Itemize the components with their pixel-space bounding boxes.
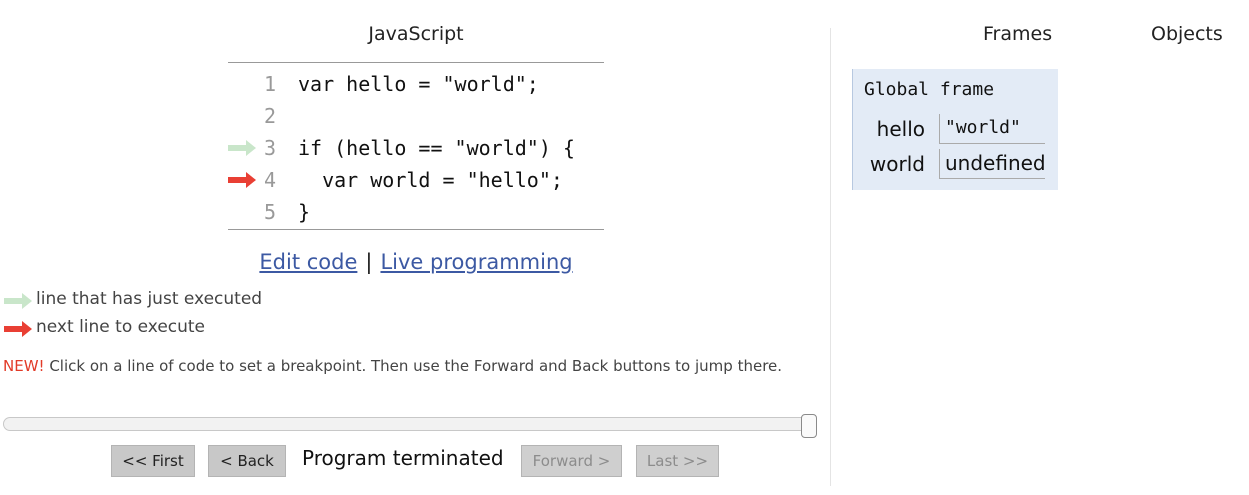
code-text: } bbox=[298, 200, 311, 224]
code-line-4[interactable]: 4 var world = "hello"; bbox=[228, 164, 604, 196]
forward-button[interactable]: Forward > bbox=[521, 445, 622, 477]
frames-header: Frames bbox=[983, 23, 1053, 45]
variable-value: undefined bbox=[939, 149, 1046, 179]
just-executed-arrow-icon bbox=[228, 140, 256, 156]
line-number: 1 bbox=[263, 72, 276, 96]
language-title: JavaScript bbox=[368, 23, 464, 45]
new-label: NEW! bbox=[3, 357, 45, 375]
back-button[interactable]: < Back bbox=[208, 445, 286, 477]
breakpoint-notice: NEW! Click on a line of code to set a br… bbox=[3, 357, 783, 376]
notice-text: Click on a line of code to set a breakpo… bbox=[44, 357, 783, 375]
execution-slider[interactable] bbox=[3, 417, 815, 431]
code-line-2[interactable]: 2 bbox=[228, 100, 604, 132]
panel-divider bbox=[830, 28, 831, 486]
code-line-5[interactable]: 5 } bbox=[228, 196, 604, 228]
just-executed-arrow-icon bbox=[4, 293, 32, 309]
global-frame: Global frame hello "world" world undefin… bbox=[852, 69, 1058, 190]
frame-title: Global frame bbox=[864, 79, 995, 100]
line-number: 5 bbox=[263, 200, 276, 224]
edit-code-link[interactable]: Edit code bbox=[259, 250, 357, 274]
code-line-3[interactable]: 3 if (hello == "world") { bbox=[228, 132, 604, 164]
line-number: 3 bbox=[263, 136, 276, 160]
code-line-1[interactable]: 1 var hello = "world"; bbox=[228, 68, 604, 100]
next-line-arrow-icon bbox=[228, 172, 256, 188]
line-number: 2 bbox=[263, 104, 276, 128]
variable-name: hello bbox=[876, 117, 925, 141]
last-button[interactable]: Last >> bbox=[636, 445, 719, 477]
legend-label: line that has just executed bbox=[36, 289, 263, 309]
code-links: Edit code | Live programming bbox=[228, 250, 604, 274]
code-text: if (hello == "world") { bbox=[298, 136, 575, 160]
variable-name: world bbox=[869, 152, 925, 176]
code-text: var hello = "world"; bbox=[298, 72, 539, 96]
next-line-arrow-icon bbox=[4, 321, 32, 337]
link-separator: | bbox=[365, 250, 373, 274]
line-number: 4 bbox=[263, 168, 276, 192]
first-button[interactable]: << First bbox=[111, 445, 195, 477]
slider-handle[interactable] bbox=[801, 414, 817, 438]
live-programming-link[interactable]: Live programming bbox=[380, 250, 572, 274]
legend-label: next line to execute bbox=[36, 317, 206, 337]
variable-value: "world" bbox=[939, 114, 1045, 144]
execution-status: Program terminated bbox=[302, 446, 504, 470]
code-text: var world = "hello"; bbox=[298, 168, 563, 192]
code-listing: 1 var hello = "world"; 2 3 if (hello == … bbox=[228, 62, 604, 230]
python-tutor-visualizer: JavaScript 1 var hello = "world"; 2 3 if… bbox=[0, 0, 1249, 495]
objects-header: Objects bbox=[1151, 23, 1223, 45]
